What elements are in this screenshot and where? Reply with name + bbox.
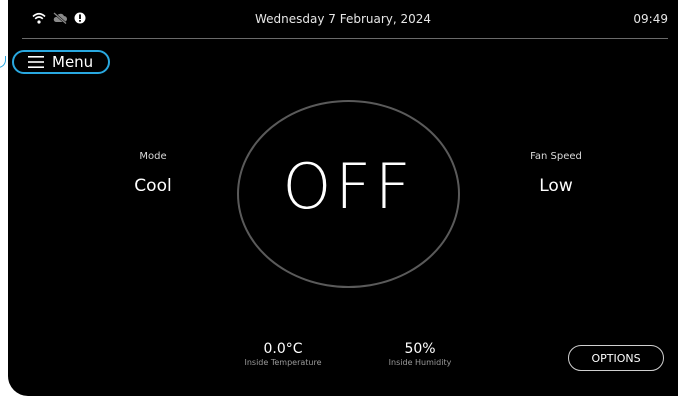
date-display: Wednesday 7 February, 2024 — [254, 12, 432, 26]
fan-speed-control[interactable]: Fan Speed Low — [506, 151, 606, 196]
fan-speed-value: Low — [539, 176, 573, 196]
mode-value: Cool — [134, 176, 172, 196]
menu-button[interactable]: Menu — [12, 50, 110, 74]
fan-speed-title: Fan Speed — [530, 151, 582, 162]
power-state: OFF — [282, 150, 415, 223]
status-bar: Wednesday 7 February, 2024 09:49 — [8, 0, 678, 40]
hamburger-icon — [28, 56, 44, 68]
mode-title: Mode — [139, 151, 167, 162]
inside-temperature-value: 0.0°C — [263, 341, 303, 357]
inside-humidity-readout: 50% Inside Humidity — [360, 341, 480, 367]
inside-temperature-readout: 0.0°C Inside Temperature — [223, 341, 343, 367]
menu-label: Menu — [52, 53, 94, 71]
status-divider — [22, 38, 668, 39]
power-toggle[interactable]: OFF — [237, 100, 460, 288]
thermostat-screen: Wednesday 7 February, 2024 09:49 Menu Mo… — [8, 0, 678, 396]
inside-temperature-label: Inside Temperature — [244, 358, 322, 367]
mode-control[interactable]: Mode Cool — [103, 151, 203, 196]
options-button[interactable]: OPTIONS — [568, 345, 664, 371]
menu-callout-line — [0, 56, 6, 68]
inside-humidity-value: 50% — [404, 341, 436, 357]
inside-humidity-label: Inside Humidity — [388, 358, 452, 367]
time-display: 09:49 — [633, 12, 668, 26]
